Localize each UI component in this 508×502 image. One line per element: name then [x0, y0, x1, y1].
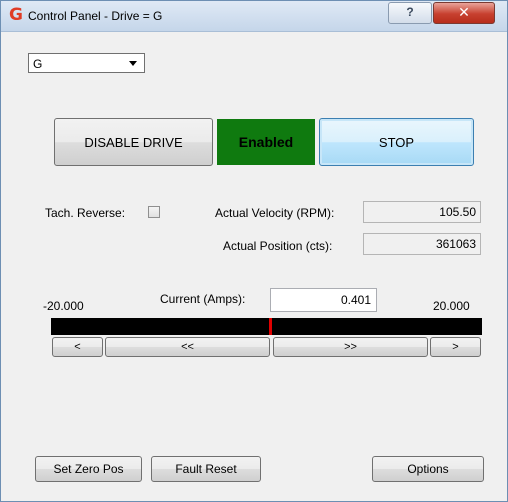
- fault-reset-button[interactable]: Fault Reset: [151, 456, 261, 482]
- options-button[interactable]: Options: [372, 456, 484, 482]
- tach-reverse-checkbox[interactable]: [148, 206, 160, 218]
- current-label: Current (Amps):: [160, 292, 246, 306]
- drive-select[interactable]: G: [28, 53, 145, 73]
- set-zero-pos-button[interactable]: Set Zero Pos: [35, 456, 142, 482]
- disable-drive-button[interactable]: DISABLE DRIVE: [54, 118, 213, 166]
- window-title: Control Panel - Drive = G: [28, 9, 163, 23]
- increment-large-button[interactable]: >>: [273, 337, 428, 357]
- drive-status-indicator: Enabled: [217, 119, 315, 165]
- stop-button[interactable]: STOP: [319, 118, 474, 166]
- actual-velocity-label: Actual Velocity (RPM):: [215, 206, 335, 220]
- decrement-large-button[interactable]: <<: [105, 337, 270, 357]
- current-min-label: -20.000: [43, 299, 84, 313]
- title-bar[interactable]: G Control Panel - Drive = G ? ✕: [1, 1, 507, 32]
- control-panel-window: G Control Panel - Drive = G ? ✕ G DISABL…: [0, 0, 508, 502]
- actual-position-label: Actual Position (cts):: [223, 239, 333, 253]
- chevron-down-icon: [129, 61, 137, 66]
- decrement-small-button[interactable]: <: [52, 337, 103, 357]
- current-input[interactable]: 0.401: [270, 288, 377, 312]
- actual-position-value: 361063: [363, 233, 481, 255]
- help-button[interactable]: ?: [388, 2, 432, 24]
- current-level-marker: [269, 318, 272, 335]
- app-logo-icon: G: [9, 5, 23, 25]
- actual-velocity-value: 105.50: [363, 201, 481, 223]
- drive-select-value: G: [33, 57, 43, 71]
- current-max-label: 20.000: [433, 299, 470, 313]
- increment-small-button[interactable]: >: [430, 337, 481, 357]
- current-meter[interactable]: [51, 318, 482, 335]
- tach-reverse-label: Tach. Reverse:: [45, 206, 126, 220]
- close-button[interactable]: ✕: [433, 2, 495, 24]
